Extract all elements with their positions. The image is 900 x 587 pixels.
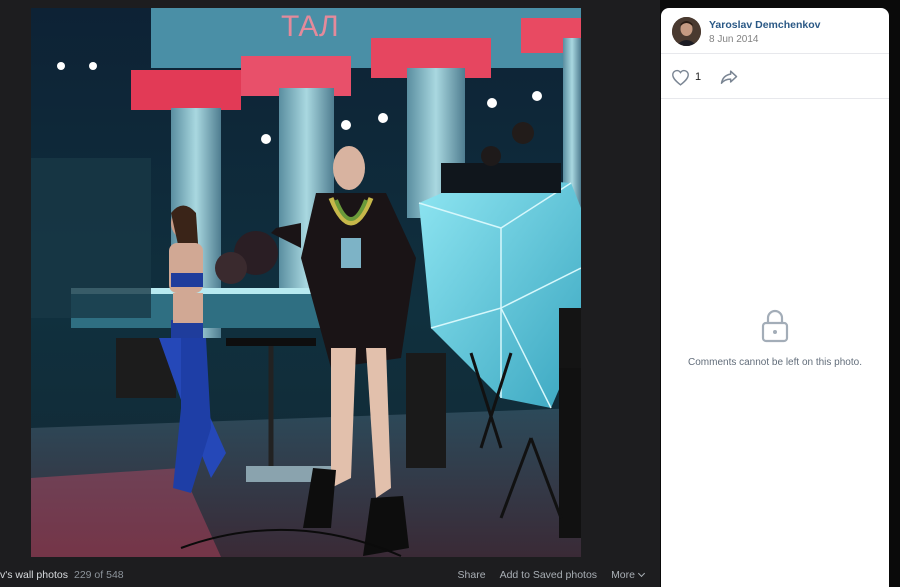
chevron-down-icon (637, 569, 646, 578)
photo-viewer: ТАЛ v's wall photos 229 of 548 Share Add… (0, 0, 900, 587)
author-header: Yaroslav Demchenkov 8 Jun 2014 (661, 8, 889, 54)
author-name-link[interactable]: Yaroslav Demchenkov (709, 19, 820, 31)
more-button[interactable]: More (611, 569, 646, 581)
avatar[interactable] (672, 17, 701, 46)
like-count: 1 (695, 71, 702, 83)
more-label: More (611, 569, 635, 581)
photo-counter: 229 of 548 (74, 569, 124, 581)
photo-footer: v's wall photos 229 of 548 Share Add to … (0, 563, 660, 587)
heart-icon (672, 69, 689, 86)
reactions-bar: 1 (661, 55, 889, 99)
lock-icon (761, 309, 789, 343)
album-title-link[interactable]: v's wall photos (0, 569, 68, 581)
comments-closed-text: Comments cannot be left on this photo. (688, 357, 862, 368)
share-button[interactable]: Share (458, 569, 486, 581)
share-arrow-button[interactable] (719, 67, 739, 87)
photo[interactable]: ТАЛ (31, 8, 581, 557)
share-arrow-icon (720, 70, 738, 84)
post-date[interactable]: 8 Jun 2014 (709, 34, 759, 45)
comments-closed-notice: Comments cannot be left on this photo. (661, 308, 889, 370)
photo-sidebar: Yaroslav Demchenkov 8 Jun 2014 1 Comment… (661, 8, 889, 587)
photo-pane: ТАЛ v's wall photos 229 of 548 Share Add… (0, 0, 660, 587)
like-button[interactable]: 1 (671, 67, 701, 87)
svg-text:ТАЛ: ТАЛ (281, 10, 339, 43)
add-to-saved-button[interactable]: Add to Saved photos (500, 569, 598, 581)
photo-actions: Share Add to Saved photos More (458, 569, 646, 581)
